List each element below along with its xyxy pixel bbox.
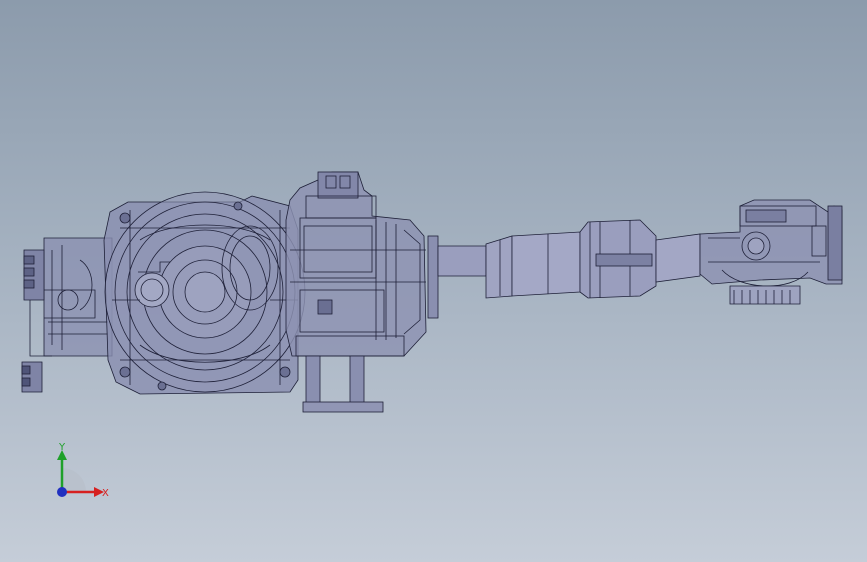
base-flange <box>21 237 113 393</box>
wrist-assembly <box>699 199 843 305</box>
upper-arm <box>427 219 701 319</box>
y-axis-label: Y <box>58 442 66 453</box>
support-bracket <box>302 355 384 413</box>
robot-arm-model[interactable] <box>0 0 867 562</box>
3d-viewport[interactable]: Y X <box>0 0 867 562</box>
shoulder-housing <box>103 191 306 395</box>
z-axis-dot <box>57 487 67 497</box>
x-axis-label: X <box>102 488 109 499</box>
motor-block <box>285 171 427 357</box>
orientation-triad: Y X <box>57 442 109 499</box>
triad-plane-shade <box>62 468 86 492</box>
